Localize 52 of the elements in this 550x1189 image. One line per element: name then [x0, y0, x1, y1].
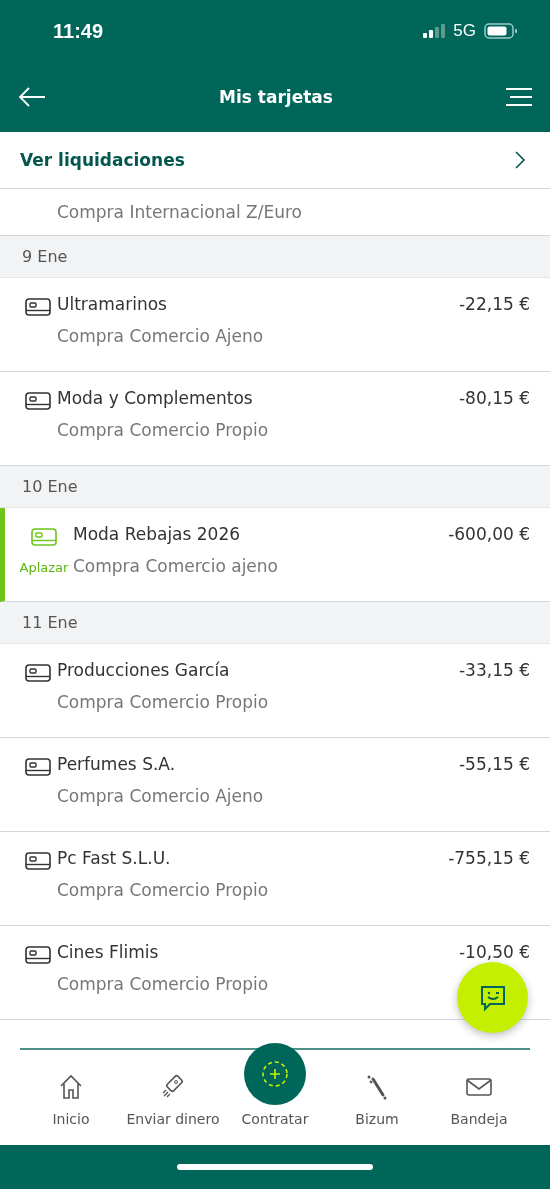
transaction-subtitle: Compra Internacional Z/Euro	[57, 202, 302, 222]
transaction-amount: -10,50 €	[458, 942, 530, 962]
back-button[interactable]	[18, 87, 46, 107]
transaction-subtitle: Compra Comercio Ajeno	[57, 786, 265, 806]
chevron-right-icon	[514, 150, 526, 170]
transaction-amount: -600,00 €	[448, 524, 530, 544]
card-icon	[31, 528, 57, 546]
status-time: 11:49	[53, 19, 104, 43]
nav-tab[interactable]: Enviar dinero	[122, 1050, 224, 1145]
page-title: Mis tarjetas	[219, 87, 333, 107]
transaction-row[interactable]: Ultramarinos -22,15 € Compra Comercio Ajeno	[0, 278, 550, 372]
signal-icon	[423, 24, 446, 38]
battery-icon	[484, 23, 518, 39]
transaction-amount: -22,15 €	[458, 294, 530, 314]
transaction-row[interactable]: Producciones García -33,15 € Compra Comercio Propio	[0, 644, 550, 738]
transaction-title: Cines Flimis	[57, 942, 159, 962]
transaction-title: Pc Fast S.L.U.	[57, 848, 171, 868]
date-header: 9 Ene	[0, 236, 550, 278]
transaction-amount: -55,15 €	[458, 754, 530, 774]
card-icon	[24, 392, 51, 410]
transaction-subtitle: Compra Comercio ajeno	[73, 556, 279, 576]
transaction-title: Ultramarinos	[57, 294, 167, 314]
transaction-subtitle: Compra Comercio Propio	[57, 420, 270, 440]
card-icon	[24, 852, 51, 870]
transaction-subtitle: Compra Comercio Propio	[57, 974, 270, 994]
transaction-title: Moda y Complementos	[57, 388, 253, 408]
transaction-amount: -33,15 €	[458, 660, 530, 680]
chat-button[interactable]	[457, 962, 528, 1033]
date-header: 10 Ene	[0, 466, 550, 508]
date-header: 11 Ene	[0, 602, 550, 644]
nav-tab[interactable]: Bizum	[326, 1050, 428, 1145]
nav-tab[interactable]: Contratar	[224, 1032, 326, 1145]
chat-smile-icon	[478, 983, 507, 1012]
transaction-subtitle: Compra Comercio Propio	[57, 692, 270, 712]
transaction-subtitle: Compra Comercio Propio	[57, 880, 270, 900]
transaction-title: Perfumes S.A.	[57, 754, 176, 774]
card-icon	[24, 298, 51, 316]
transaction-title: Moda Rebajas 2026	[73, 524, 241, 544]
transaction-amount: -755,15 €	[448, 848, 530, 868]
transaction-row[interactable]: Perfumes S.A. -55,15 € Compra Comercio Ajeno	[0, 738, 550, 832]
transaction-title: Producciones García	[57, 660, 230, 680]
card-icon	[24, 758, 51, 776]
nav-tab[interactable]: Bandeja	[428, 1050, 530, 1145]
plus-icon	[260, 1059, 290, 1089]
transaction-row[interactable]: Pc Fast S.L.U. -755,15 € Compra Comercio Propio	[0, 832, 550, 926]
transaction-amount: -80,15 €	[458, 388, 530, 408]
card-icon	[24, 946, 51, 964]
menu-button[interactable]	[506, 88, 532, 106]
card-icon	[24, 664, 51, 682]
network-label: 5G	[453, 21, 476, 41]
transaction-subtitle: Compra Comercio Ajeno	[57, 326, 265, 346]
nav-tab[interactable]: Inicio	[20, 1050, 122, 1145]
